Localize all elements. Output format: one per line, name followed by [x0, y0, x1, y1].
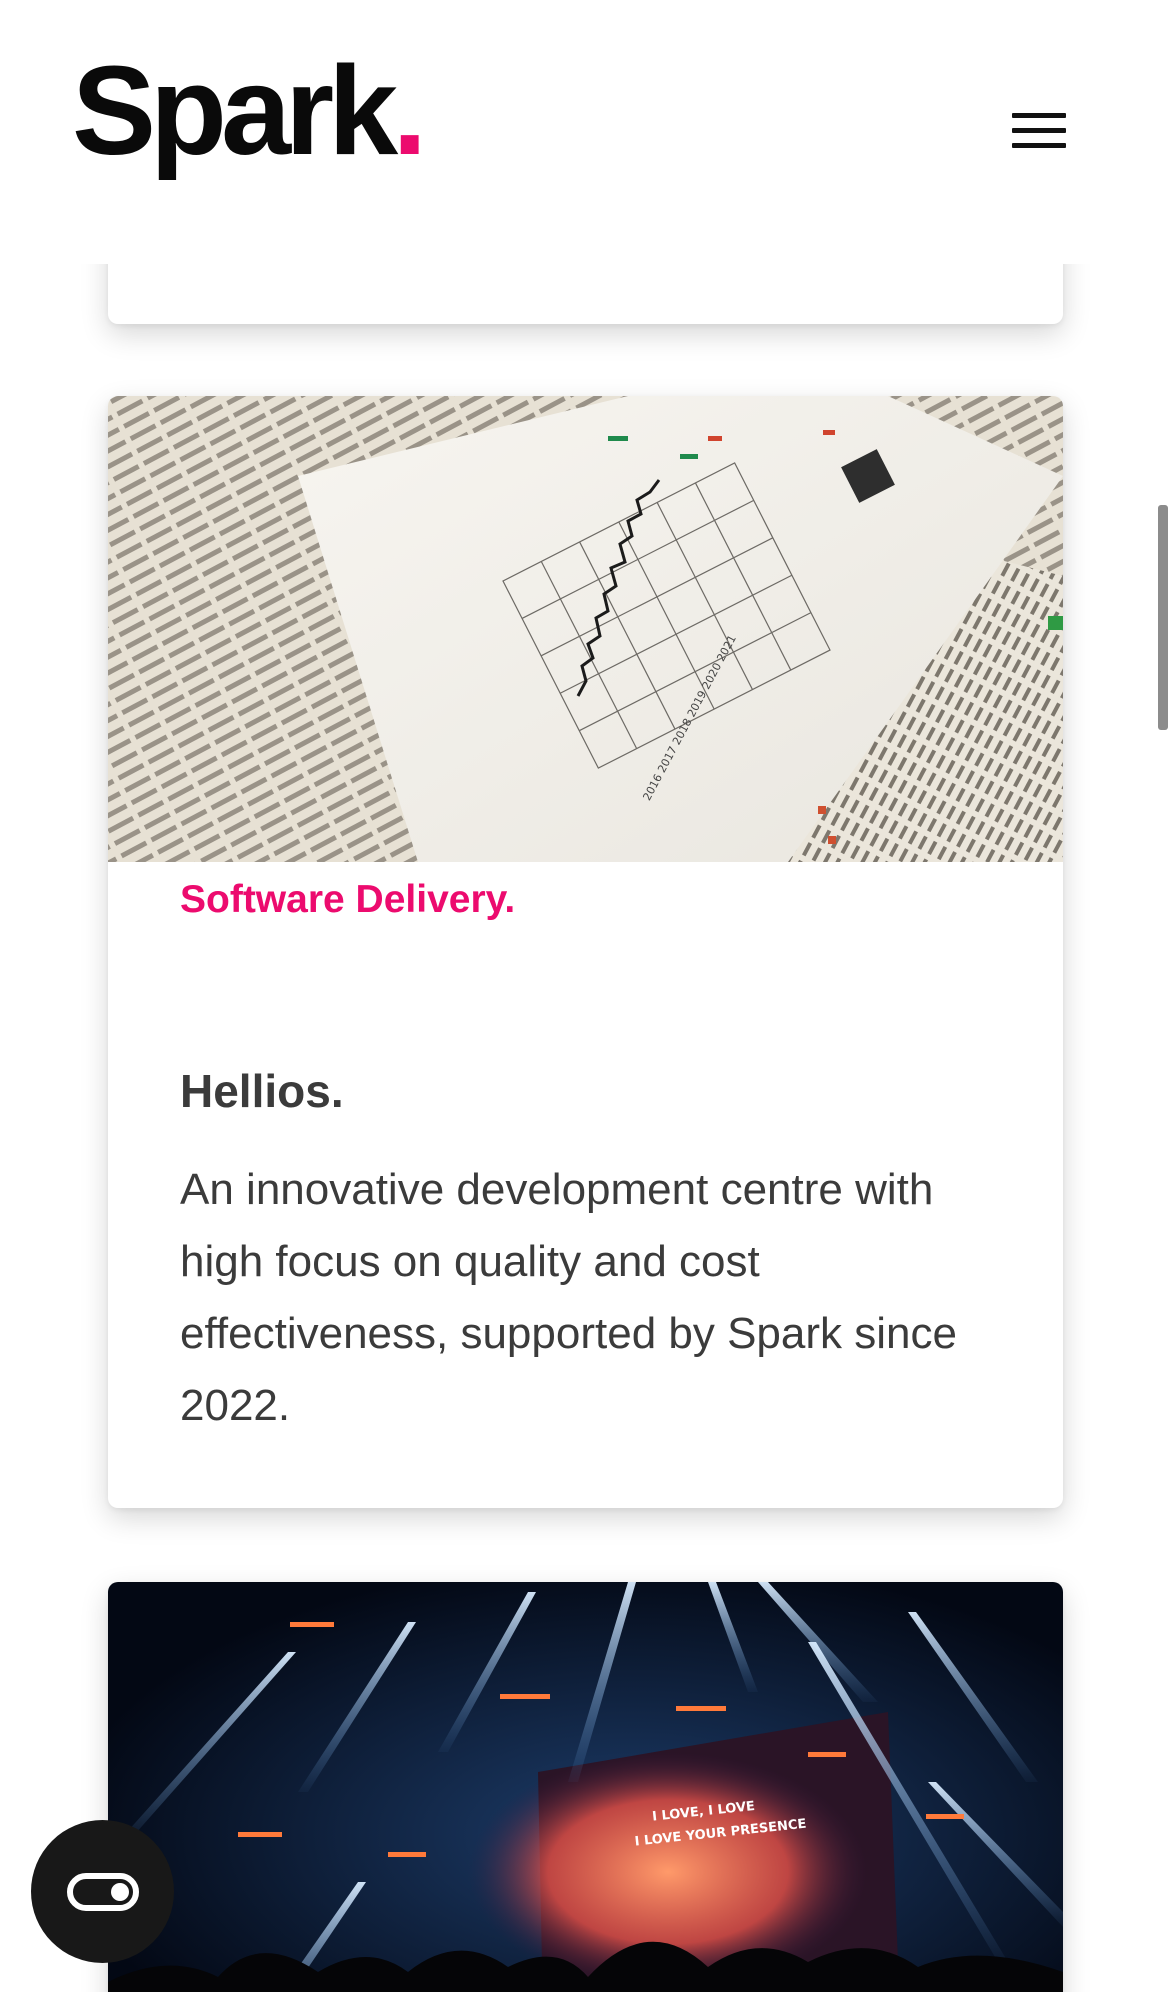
- newspaper-stock-chart-photo: 2016 2017 2018 2019 2020 2021: [108, 396, 1063, 862]
- accessibility-toggle-icon[interactable]: [31, 1820, 174, 1963]
- spark-logo[interactable]: Spark.: [72, 48, 427, 174]
- card-category: Software Delivery.: [180, 878, 516, 921]
- card-title: Hellios.: [180, 1065, 344, 1117]
- concert-stage-lights-photo: I LOVE, I LOVE I LOVE YOUR PRESENCE: [108, 1582, 1063, 1992]
- project-card-hellios[interactable]: 2016 2017 2018 2019 2020 2021 Software D…: [108, 396, 1063, 1508]
- card-description: An innovative development centre with hi…: [180, 1165, 957, 1430]
- scrollbar-thumb[interactable]: [1158, 505, 1168, 730]
- logo-dot: .: [392, 40, 427, 181]
- project-card-next[interactable]: I LOVE, I LOVE I LOVE YOUR PRESENCE: [108, 1582, 1063, 1992]
- page: Spark. 2016 2017 2018 2019 2020 2021 Sof…: [0, 0, 1170, 1992]
- site-header: Spark.: [0, 0, 1170, 264]
- hamburger-menu-icon[interactable]: [1000, 110, 1078, 154]
- logo-text: Spark: [72, 40, 398, 181]
